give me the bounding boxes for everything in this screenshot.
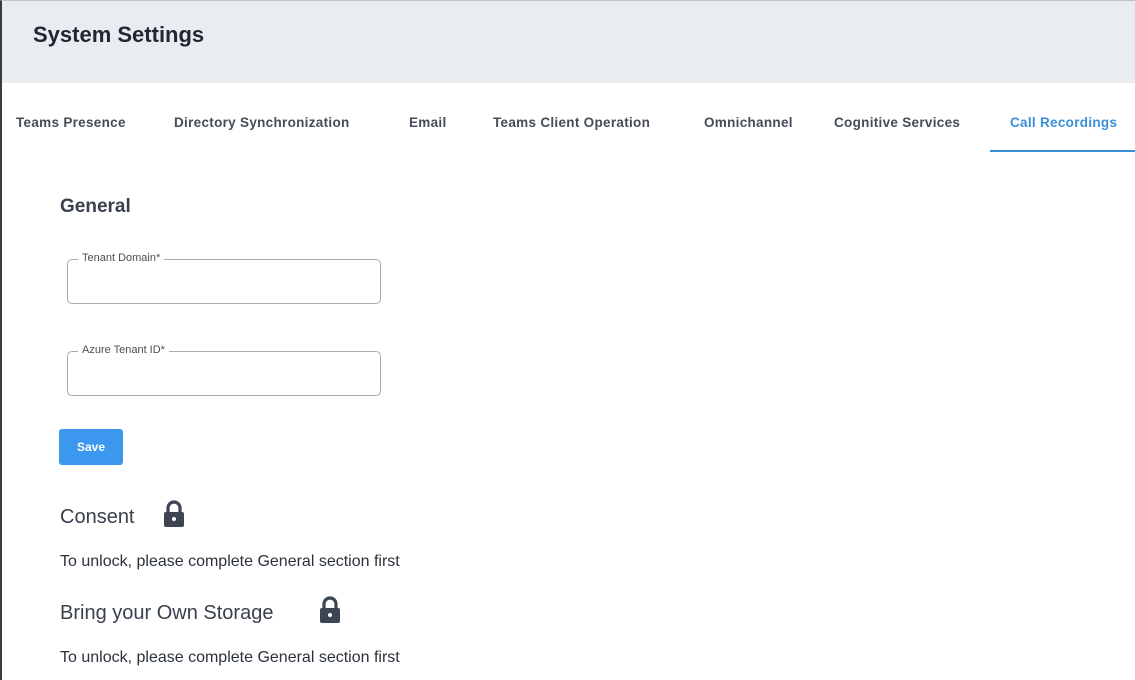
- tab-teams-client-operation[interactable]: Teams Client Operation: [493, 104, 650, 152]
- page-header: System Settings: [2, 1, 1135, 83]
- consent-unlock-note: To unlock, please complete General secti…: [60, 553, 400, 570]
- tab-directory-synchronization[interactable]: Directory Synchronization: [174, 104, 350, 152]
- page-title: System Settings: [33, 22, 205, 47]
- storage-section-title: Bring your Own Storage: [60, 602, 274, 624]
- tenant-domain-field[interactable]: Tenant Domain*: [67, 252, 381, 304]
- tab-cognitive-services[interactable]: Cognitive Services: [834, 104, 960, 152]
- azure-tenant-id-field[interactable]: Azure Tenant ID*: [67, 344, 381, 396]
- storage-unlock-note: To unlock, please complete General secti…: [60, 649, 400, 666]
- general-section-title: General: [60, 196, 131, 217]
- tenant-domain-label: Tenant Domain*: [78, 252, 165, 264]
- tab-teams-presence[interactable]: Teams Presence: [16, 104, 126, 152]
- lock-icon: [164, 500, 184, 527]
- tenant-domain-input[interactable]: [78, 270, 368, 296]
- settings-tabs: Teams Presence Directory Synchronization…: [2, 104, 1135, 152]
- lock-icon: [320, 596, 340, 623]
- azure-tenant-id-label: Azure Tenant ID*: [78, 344, 169, 356]
- consent-section-title: Consent: [60, 506, 135, 528]
- tab-email[interactable]: Email: [409, 104, 447, 152]
- tab-omnichannel[interactable]: Omnichannel: [704, 104, 793, 152]
- azure-tenant-id-input[interactable]: [78, 362, 368, 388]
- app-frame: [0, 0, 1135, 680]
- tab-call-recordings[interactable]: Call Recordings: [1010, 104, 1117, 152]
- active-tab-indicator: [990, 150, 1135, 152]
- save-button[interactable]: Save: [59, 429, 123, 465]
